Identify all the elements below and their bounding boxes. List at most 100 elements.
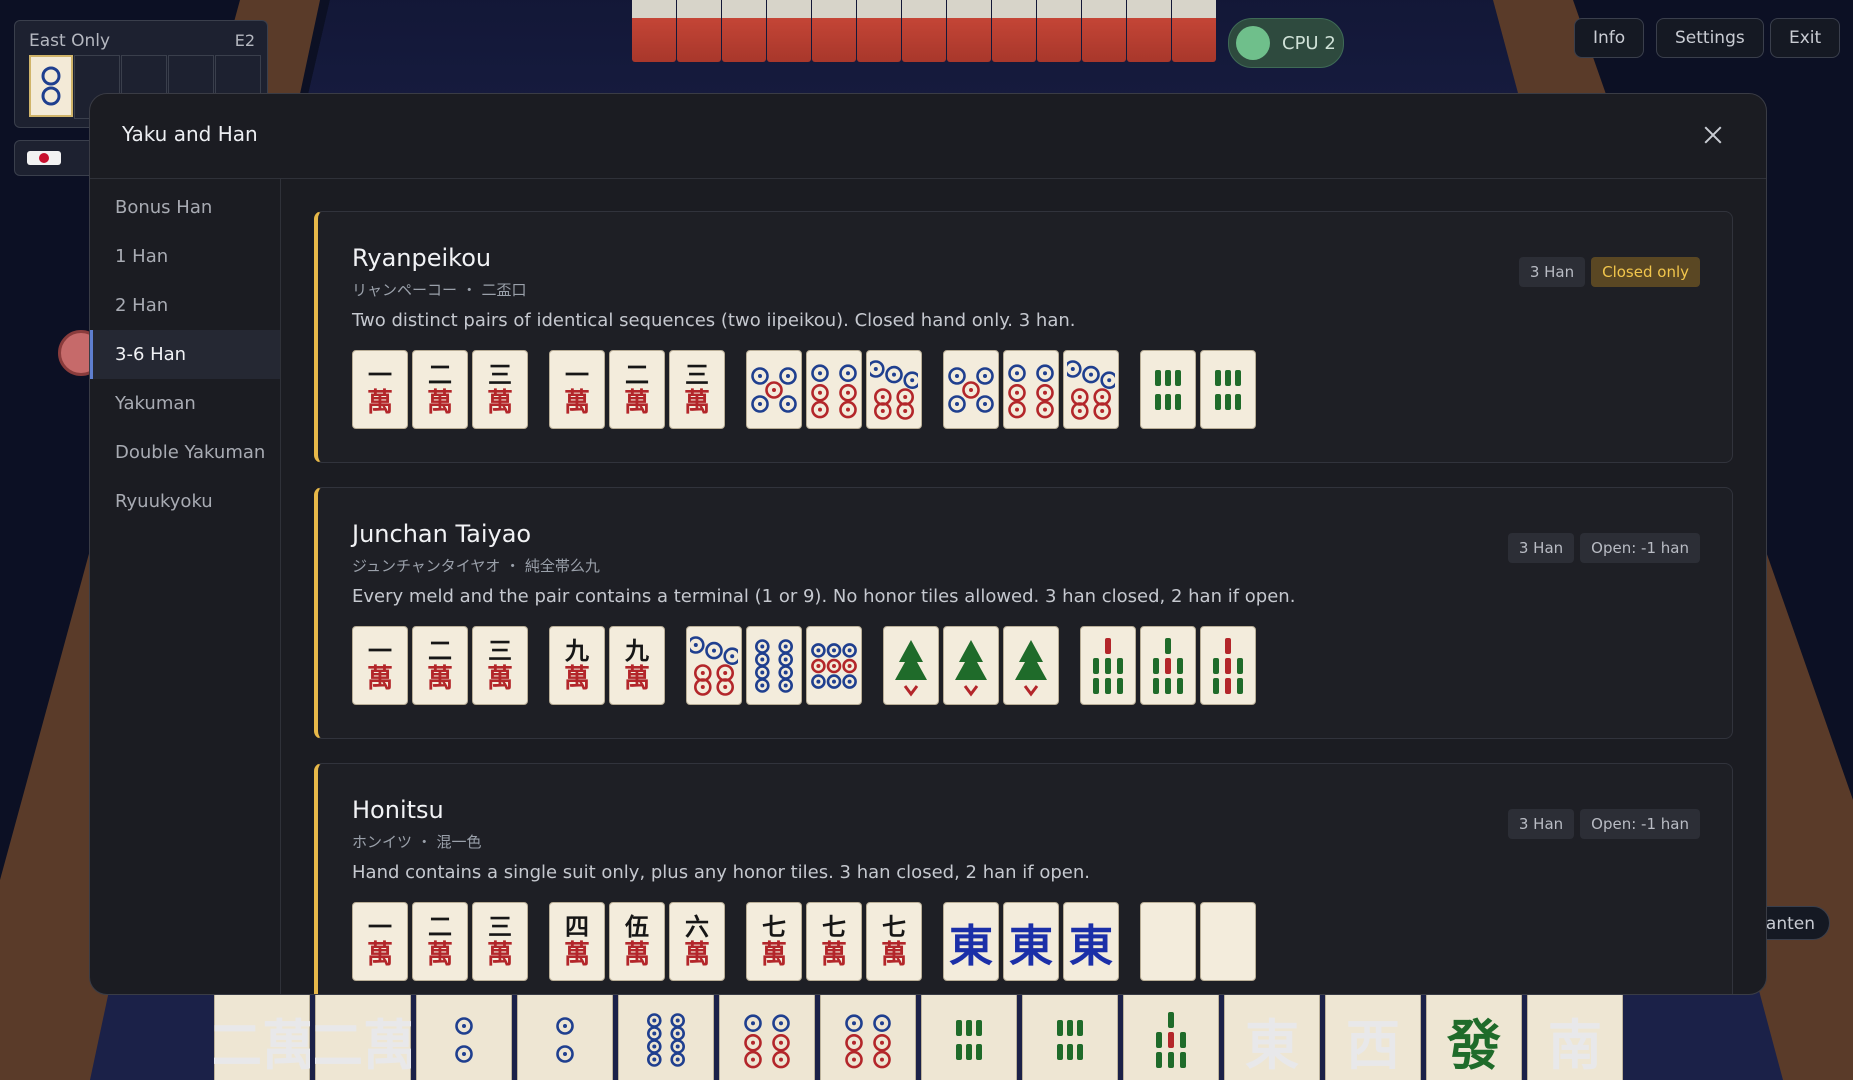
nav-item-2-han[interactable]: 2 Han	[90, 281, 280, 330]
meld-group: 一萬二萬三萬	[549, 350, 729, 429]
exit-button[interactable]: Exit	[1770, 18, 1841, 58]
cpu2-indicator: CPU 2	[1228, 18, 1344, 68]
tile-3m: 三萬	[669, 350, 725, 429]
opponent-tile-back	[632, 0, 676, 62]
opponent-tile-back	[1082, 0, 1126, 62]
hand-tile[interactable]: 南	[1527, 990, 1623, 1080]
yaku-badges: 3 Han Open: -1 han	[1507, 533, 1700, 563]
yaku-card: Honitsu ホンイツ ・ 混一色 Hand contains a singl…	[314, 763, 1733, 994]
nav-item-bonus-han[interactable]: Bonus Han	[90, 183, 280, 232]
opponent-tile-back	[902, 0, 946, 62]
yaku-description: Hand contains a single suit only, plus a…	[352, 862, 1090, 883]
yaku-list: Ryanpeikou リャンペーコー ・ 二盃口 Two distinct pa…	[281, 179, 1766, 994]
tile-4m: 四萬	[549, 902, 605, 981]
meld-group: 一萬二萬三萬	[352, 626, 532, 705]
tile-wind-E: 東	[943, 902, 999, 981]
yaku-japanese-name: リャンペーコー ・ 二盃口	[352, 281, 527, 299]
tile-1m: 一萬	[352, 902, 408, 981]
tile-1s	[883, 626, 939, 705]
tile-1m: 一萬	[352, 350, 408, 429]
tile-1m: 一萬	[352, 626, 408, 705]
hand-tile[interactable]: 二萬	[315, 990, 411, 1080]
meld-group	[943, 350, 1123, 429]
tile-7m: 七萬	[806, 902, 862, 981]
opponent-tile-back	[1037, 0, 1081, 62]
opponent-tile-back	[722, 0, 766, 62]
player-hand: 二萬二萬 東西發南	[214, 990, 1628, 1080]
yaku-card: Ryanpeikou リャンペーコー ・ 二盃口 Two distinct pa…	[314, 211, 1733, 463]
yaku-description: Two distinct pairs of identical sequence…	[352, 310, 1076, 331]
hand-tile[interactable]	[517, 990, 613, 1080]
tile-7p	[686, 626, 742, 705]
hand-tile[interactable]	[719, 990, 815, 1080]
tile-1s	[943, 626, 999, 705]
tile-7s	[1080, 626, 1136, 705]
meld-group	[1080, 626, 1260, 705]
nav-item-ryuukyoku[interactable]: Ryuukyoku	[90, 477, 280, 526]
yaku-description: Every meld and the pair contains a termi…	[352, 586, 1296, 607]
tile-5m: 伍萬	[609, 902, 665, 981]
yaku-badges: 3 Han Closed only	[1518, 257, 1700, 287]
opponent-tile-back	[812, 0, 856, 62]
tile-7m: 七萬	[746, 902, 802, 981]
nav-item-double-yakuman[interactable]: Double Yakuman	[90, 428, 280, 477]
tile-5p	[746, 350, 802, 429]
tile-9s	[1200, 626, 1256, 705]
nav-item-yakuman[interactable]: Yakuman	[90, 379, 280, 428]
opponent-tile-back	[947, 0, 991, 62]
settings-button[interactable]: Settings	[1656, 18, 1764, 58]
tile-white-dragon	[1140, 902, 1196, 981]
yaku-name: Ryanpeikou	[352, 244, 492, 272]
modal-header: Yaku and Han	[90, 94, 1766, 179]
tile-8p	[746, 626, 802, 705]
han-badge: 3 Han	[1518, 257, 1586, 287]
hand-tile[interactable]: 二萬	[214, 990, 310, 1080]
opponent-tile-back	[1172, 0, 1216, 62]
opponent-tile-back	[857, 0, 901, 62]
tile-6m: 六萬	[669, 902, 725, 981]
tile-3m: 三萬	[472, 626, 528, 705]
opponent-tile-back	[767, 0, 811, 62]
yaku-modal: Yaku and Han Bonus Han 1 Han 2 Han 3-6 Han Y…	[89, 93, 1767, 995]
tile-8s	[1140, 626, 1196, 705]
hand-tile[interactable]: 發	[1426, 990, 1522, 1080]
opponent-tile-back	[677, 0, 721, 62]
close-icon[interactable]	[1698, 120, 1728, 150]
hand-tile[interactable]	[921, 990, 1017, 1080]
tile-3m: 三萬	[472, 902, 528, 981]
info-button[interactable]: Info	[1574, 18, 1645, 58]
round-code: E2	[234, 31, 255, 50]
opponent-hand	[632, 0, 1217, 62]
hand-tile[interactable]	[1123, 990, 1219, 1080]
meld-group: 四萬伍萬六萬	[549, 902, 729, 981]
condition-badge: Open: -1 han	[1580, 809, 1700, 839]
opponent-tile-back	[992, 0, 1036, 62]
hand-tile[interactable]: 東	[1224, 990, 1320, 1080]
tile-6p	[806, 350, 862, 429]
hand-tile[interactable]	[1022, 990, 1118, 1080]
nav-item-3-6-han[interactable]: 3-6 Han	[90, 330, 280, 379]
hand-tile[interactable]	[618, 990, 714, 1080]
tile-6p	[1003, 350, 1059, 429]
meld-group: 七萬七萬七萬	[746, 902, 926, 981]
meld-group	[746, 350, 926, 429]
yaku-name: Junchan Taiyao	[352, 520, 532, 548]
yaku-japanese-name: ジュンチャンタイヤオ ・ 純全帯么九	[352, 557, 600, 575]
tile-2m: 二萬	[609, 350, 665, 429]
cpu-status-dot	[1236, 26, 1270, 60]
meld-group	[686, 626, 866, 705]
hand-tile[interactable]	[416, 990, 512, 1080]
tile-2m: 二萬	[412, 902, 468, 981]
tile-6s	[1140, 350, 1196, 429]
tile-white-dragon	[1200, 902, 1256, 981]
tile-1s	[1003, 626, 1059, 705]
hand-tile[interactable]	[820, 990, 916, 1080]
nav-item-1-han[interactable]: 1 Han	[90, 232, 280, 281]
meld-group	[883, 626, 1063, 705]
tile-7p	[866, 350, 922, 429]
tile-6s	[1200, 350, 1256, 429]
hand-tile[interactable]: 西	[1325, 990, 1421, 1080]
tile-2m: 二萬	[412, 626, 468, 705]
tile-9m: 九萬	[549, 626, 605, 705]
tile-1m: 一萬	[549, 350, 605, 429]
